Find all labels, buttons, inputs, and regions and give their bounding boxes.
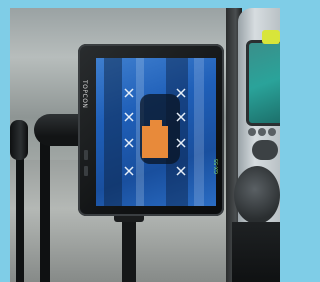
console-dpad[interactable] [252, 140, 278, 160]
console-button[interactable] [258, 128, 266, 136]
target-crosshair-icon [124, 112, 134, 122]
console-display-highlight [262, 30, 280, 44]
target-crosshair-icon [124, 88, 134, 98]
monitor-model-label: GX-55 [214, 158, 220, 174]
screen-reflection [104, 58, 122, 206]
monitor-side-button[interactable] [84, 166, 88, 176]
excavator-cab-photo: TOPCON GX-55 [0, 0, 280, 282]
target-crosshair-icon [124, 138, 134, 148]
console-button[interactable] [248, 128, 256, 136]
bucket-position-marker [142, 126, 168, 158]
photo-frame-top [0, 0, 280, 8]
photo-frame-left [0, 0, 10, 282]
console-base [232, 222, 280, 282]
target-crosshair-icon [176, 166, 186, 176]
target-crosshair-icon [176, 112, 186, 122]
bucket-position-marker-top [150, 120, 162, 128]
joystick-shaft [16, 150, 24, 282]
joystick-shaft [40, 140, 50, 282]
console-knob[interactable] [234, 166, 280, 224]
monitor-screen [96, 58, 216, 206]
target-crosshair-icon [176, 138, 186, 148]
joystick-handle[interactable] [10, 120, 28, 160]
target-crosshair-icon [176, 88, 186, 98]
console-display [246, 40, 280, 126]
monitor-mount-arm [122, 214, 136, 282]
console-button[interactable] [268, 128, 276, 136]
target-crosshair-icon [124, 166, 134, 176]
monitor-side-button[interactable] [84, 150, 88, 160]
screen-reflection [194, 58, 204, 206]
monitor-brand-label: TOPCON [81, 80, 88, 109]
